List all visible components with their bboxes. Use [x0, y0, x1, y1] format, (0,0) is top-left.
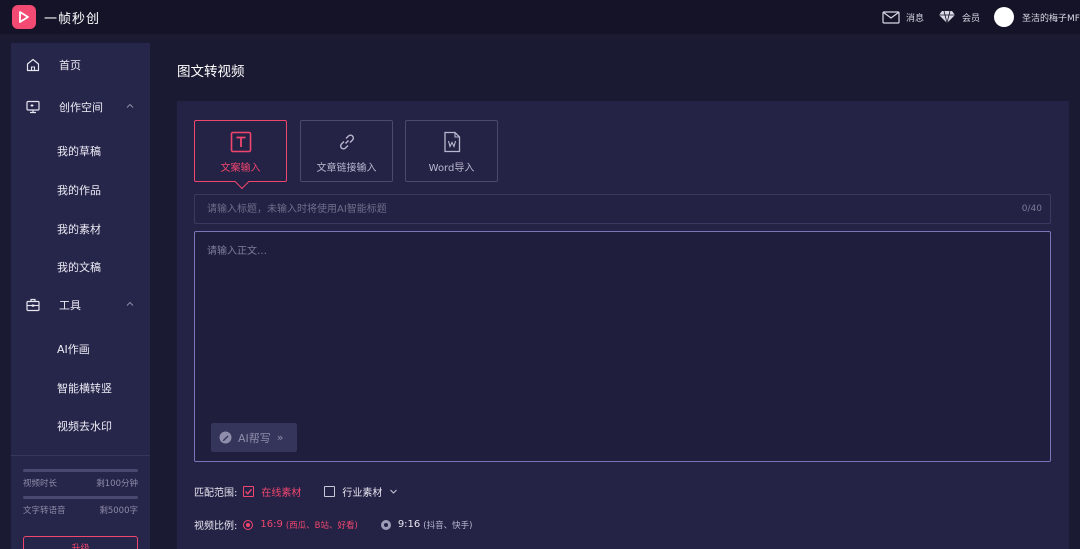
tab-label: 文章链接输入 [316, 163, 377, 174]
industry-material-checkbox[interactable] [324, 486, 336, 497]
video-ratio-label: 视频比例: [194, 521, 238, 532]
progress-bar [23, 469, 138, 472]
ai-pen-icon [219, 431, 232, 444]
vip-label: 会员 [962, 13, 981, 24]
tab-label: 文案输入 [220, 163, 261, 174]
sidebar-item-landscape-to-portrait[interactable]: 智能横转竖 [57, 380, 112, 396]
quota-value: 剩100分钟 [96, 479, 138, 489]
sidebar-item-works[interactable]: 我的作品 [57, 182, 101, 198]
avatar[interactable] [994, 7, 1015, 27]
sidebar-item-materials[interactable]: 我的素材 [57, 221, 101, 237]
match-range-label: 匹配范围: [194, 488, 238, 499]
ratio-9-16-radio[interactable] [380, 519, 391, 530]
quota-video-duration: 视频时长 剩100分钟 [23, 469, 138, 489]
quota-panel: 视频时长 剩100分钟 文字转语音 剩5000字 升级 [11, 455, 150, 549]
quota-value: 剩5000字 [99, 506, 138, 516]
ratio-16-9-radio[interactable] [243, 519, 254, 530]
ai-write-button[interactable]: AI帮写 » [211, 423, 297, 452]
sidebar-item-label: 工具 [59, 299, 81, 312]
chevron-down-icon[interactable] [389, 487, 398, 496]
ai-write-label: AI帮写 [238, 431, 271, 445]
sidebar-item-ai-painting[interactable]: AI作画 [57, 341, 90, 357]
ratio-16-9-value[interactable]: 16:9 [260, 519, 282, 530]
industry-material-label[interactable]: 行业素材 [342, 484, 382, 499]
tab-article-link[interactable]: 文章链接输入 [300, 120, 393, 182]
play-logo-icon [12, 5, 36, 29]
sidebar-item-scripts[interactable]: 我的文稿 [57, 259, 101, 275]
username[interactable]: 圣洁的梅子MF [1022, 11, 1080, 24]
chevron-up-icon [126, 103, 134, 108]
app-logo[interactable]: 一帧秒创 [12, 5, 100, 29]
sidebar-item-watermark-removal[interactable]: 视频去水印 [57, 418, 112, 434]
quota-label: 文字转语音 [23, 506, 66, 516]
title-char-counter: 0/40 [1021, 204, 1042, 214]
tab-label: Word导入 [428, 163, 475, 174]
tab-text-input[interactable]: 文案输入 [194, 120, 287, 190]
top-bar: 一帧秒创 消息 会员 圣洁的梅子MF [0, 0, 1080, 34]
main-panel: 文案输入 文章链接输入 Word导入 0/40 AI帮写 » 匹配范围: 在线素… [177, 101, 1069, 549]
video-ratio-row: 视频比例: 16:9 (西瓜、B站、好看) 9:16 (抖音、快手) [194, 517, 472, 532]
sidebar-item-tools[interactable]: 工具 [11, 290, 150, 320]
page-title: 图文转视频 [177, 64, 245, 80]
app-name: 一帧秒创 [44, 11, 101, 27]
sidebar-item-creation[interactable]: 创作空间 [11, 92, 150, 122]
link-icon [339, 134, 354, 150]
monitor-icon [26, 100, 40, 114]
progress-bar [23, 496, 138, 499]
home-icon [26, 58, 40, 72]
sidebar-item-label: 创作空间 [59, 101, 103, 114]
ratio-16-9-note: (西瓜、B站、好看) [285, 520, 358, 531]
active-tab-pointer [234, 174, 250, 190]
ai-write-arrow: » [276, 431, 284, 444]
online-material-label[interactable]: 在线素材 [261, 484, 301, 499]
sidebar-item-label: 首页 [59, 59, 81, 72]
sidebar: 首页 创作空间 我的草稿 我的作品 我的素材 我的文稿 工具 AI作画 智能横转… [11, 43, 150, 549]
title-input[interactable] [194, 194, 1051, 224]
ratio-9-16-value[interactable]: 9:16 [398, 519, 420, 530]
online-material-checkbox[interactable] [243, 486, 255, 497]
messages-label: 消息 [906, 13, 925, 24]
vip-button[interactable]: 会员 [938, 10, 980, 24]
mail-icon [882, 10, 900, 24]
sidebar-item-drafts[interactable]: 我的草稿 [57, 143, 101, 159]
word-file-icon [443, 131, 460, 153]
chevron-up-icon [126, 301, 134, 306]
diamond-icon [939, 10, 956, 24]
quota-text-to-speech: 文字转语音 剩5000字 [23, 496, 138, 516]
tab-word-import[interactable]: Word导入 [405, 120, 498, 182]
toolbox-icon [26, 298, 40, 312]
ratio-9-16-note: (抖音、快手) [423, 520, 473, 531]
match-range-row: 匹配范围: 在线素材 行业素材 [194, 484, 398, 499]
body-text-input[interactable] [194, 231, 1051, 462]
text-t-icon [230, 131, 251, 153]
messages-button[interactable]: 消息 [882, 10, 925, 24]
upgrade-button[interactable]: 升级 [23, 536, 138, 549]
quota-label: 视频时长 [23, 479, 58, 489]
sidebar-item-home[interactable]: 首页 [11, 50, 150, 80]
